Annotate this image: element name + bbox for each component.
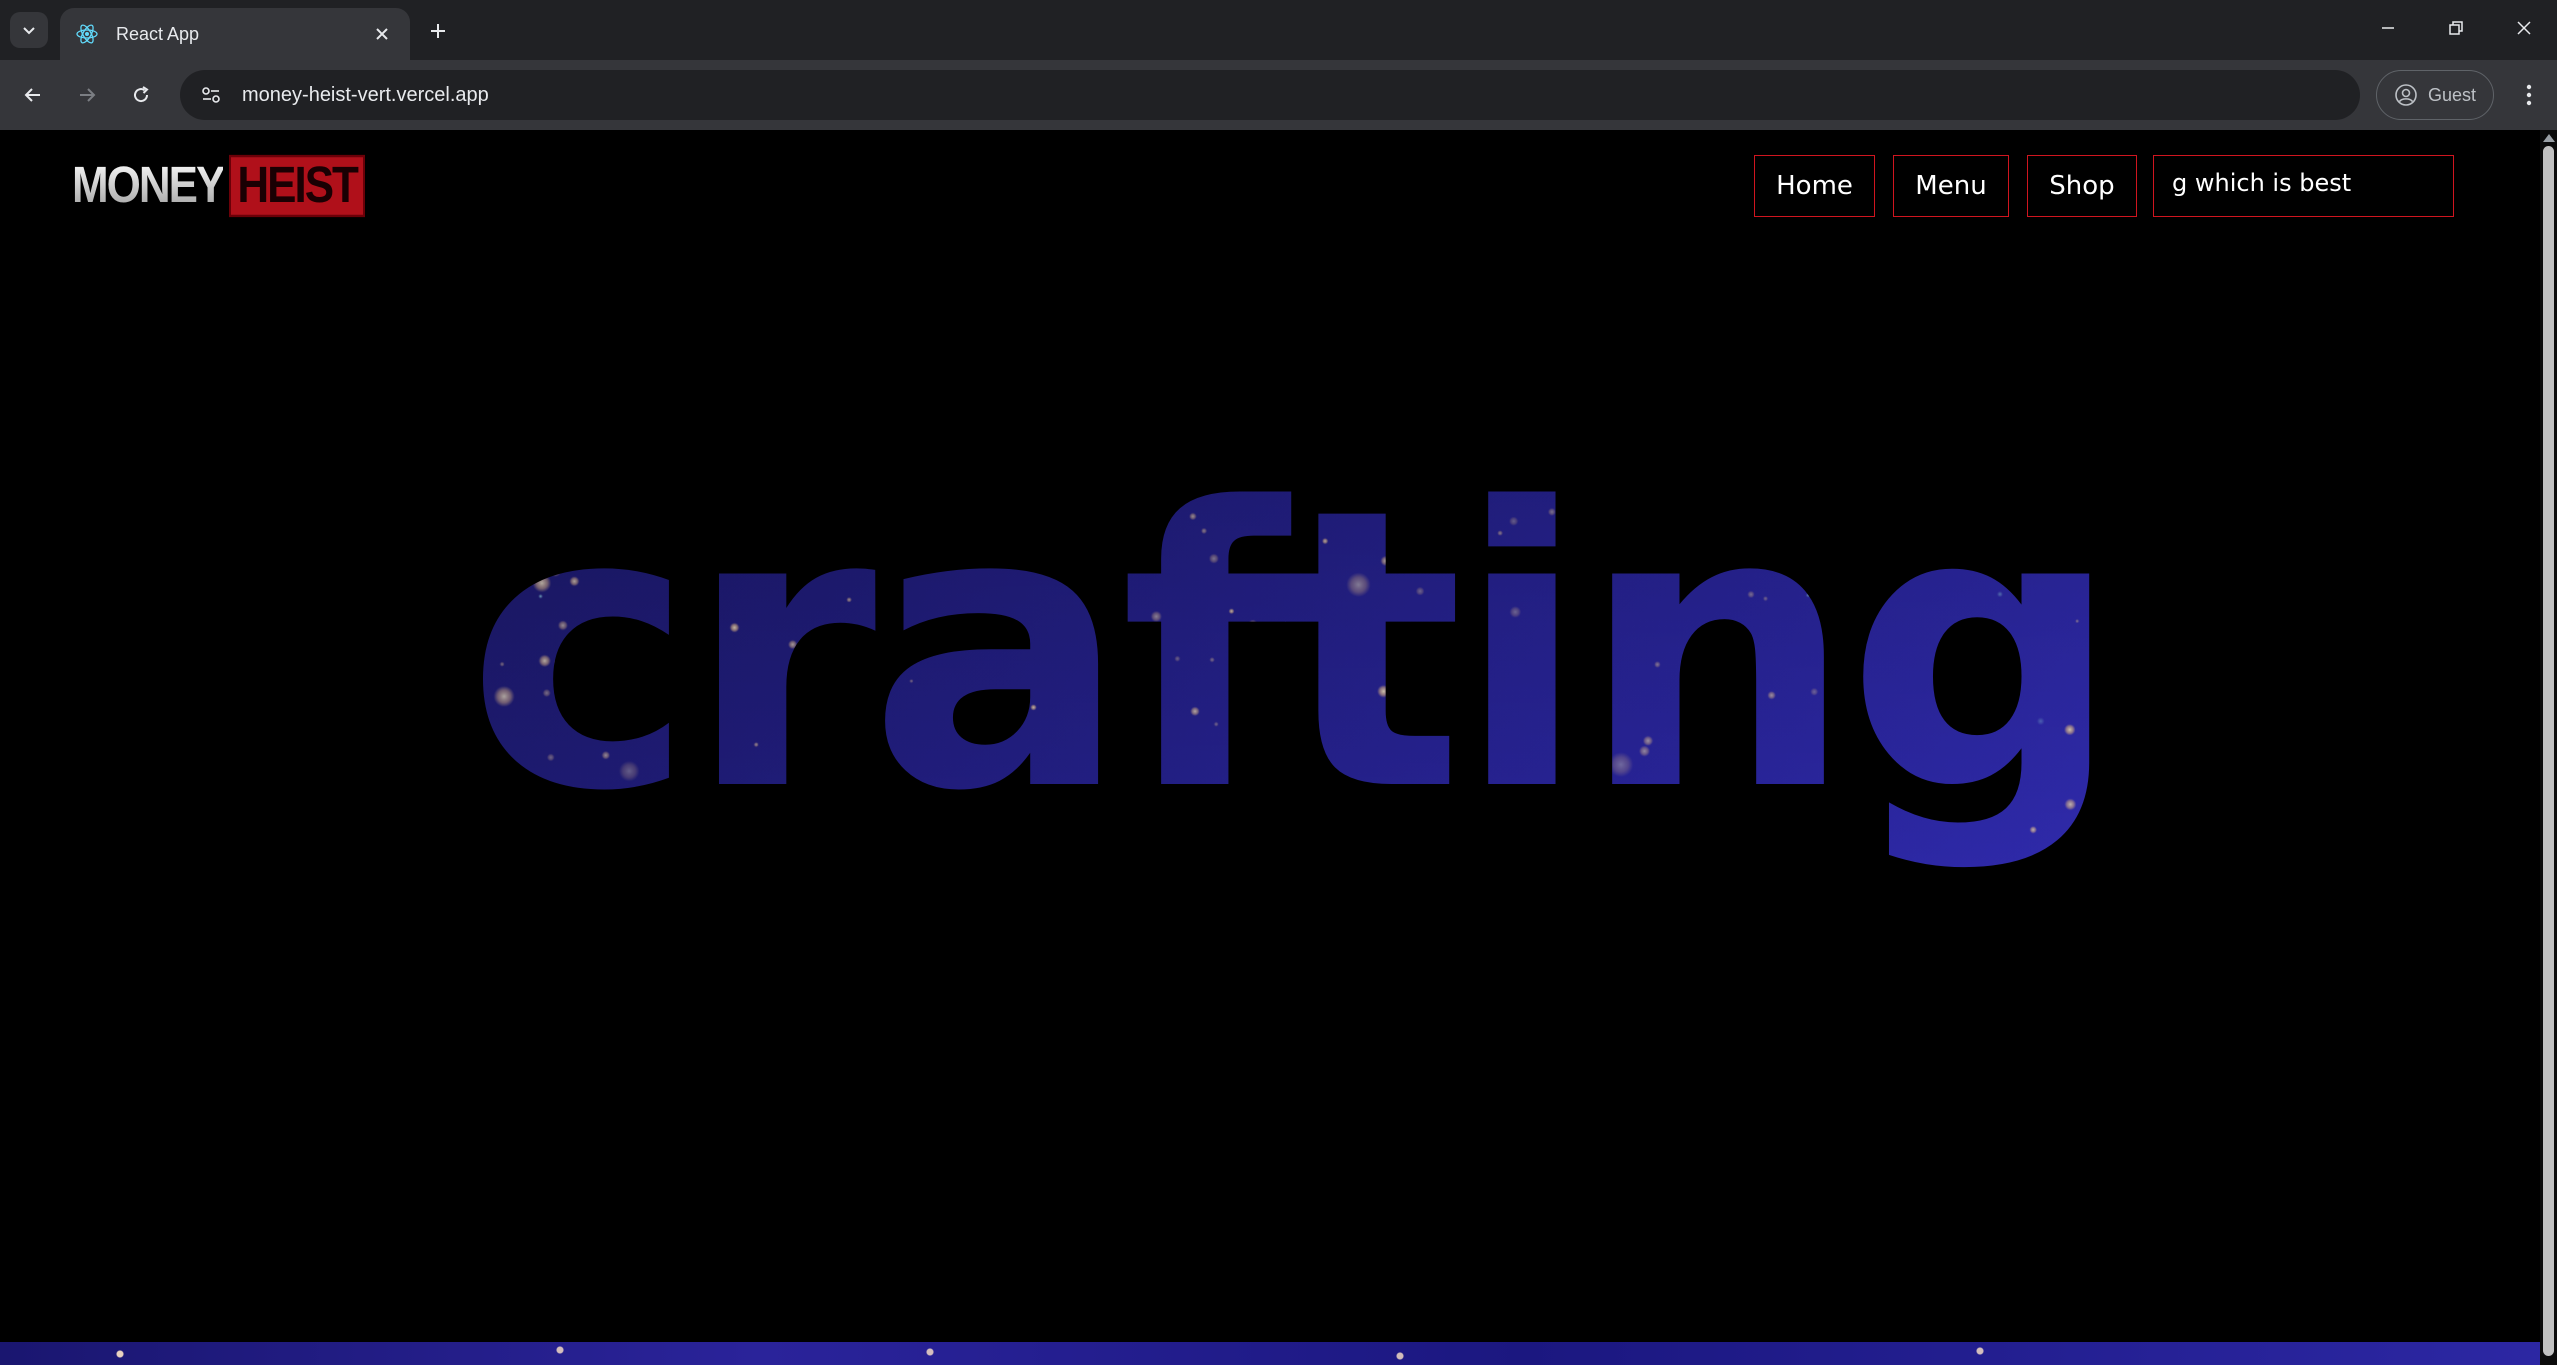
site-settings-icon[interactable] [196, 80, 226, 110]
next-section-preview [0, 1342, 2540, 1365]
reload-button[interactable] [120, 74, 162, 116]
url-text[interactable]: money-heist-vert.vercel.app [242, 84, 489, 107]
nav-home-button[interactable]: Home [1754, 155, 1875, 217]
logo-money-text: MONEY [72, 157, 225, 214]
scroll-thumb[interactable] [2543, 146, 2554, 1356]
nav-shop-button[interactable]: Shop [2027, 155, 2137, 217]
react-icon [74, 21, 100, 47]
hero-text: crafting [466, 427, 2121, 875]
profile-button[interactable]: Guest [2376, 70, 2494, 120]
forward-button[interactable] [66, 74, 108, 116]
minimize-button[interactable] [2362, 8, 2414, 48]
more-vert-icon [2526, 84, 2532, 106]
nav-menu-button[interactable]: Menu [1893, 155, 2009, 217]
arrow-right-icon [80, 88, 96, 102]
tab-react-app[interactable]: React App [60, 8, 410, 60]
tab-strip: React App [0, 0, 2557, 60]
money-heist-logo[interactable]: MONEY HEIST [72, 154, 365, 218]
tab-search-button[interactable] [10, 12, 48, 48]
close-window-button[interactable] [2498, 8, 2550, 48]
reload-icon [134, 86, 149, 103]
plus-icon [431, 24, 445, 38]
chevron-down-icon [23, 27, 35, 35]
address-bar[interactable]: money-heist-vert.vercel.app [180, 70, 2360, 120]
profile-label: Guest [2427, 84, 2477, 105]
new-tab-button[interactable] [420, 14, 456, 48]
profile-icon [2395, 84, 2417, 106]
hero-word: crafting [466, 427, 2113, 875]
restore-icon [2449, 21, 2463, 35]
minimize-icon [2382, 27, 2394, 29]
arrow-left-icon [24, 88, 40, 102]
logo-heist-text: HEIST [229, 154, 365, 218]
search-input[interactable] [2153, 155, 2454, 217]
tab-title: React App [116, 23, 200, 44]
browser-menu-button[interactable] [2512, 74, 2546, 116]
close-icon [2517, 21, 2531, 35]
back-button[interactable] [12, 74, 54, 116]
scroll-up-arrow[interactable] [2543, 134, 2555, 142]
close-tab-icon[interactable] [368, 20, 396, 48]
restore-button[interactable] [2430, 8, 2482, 48]
page-viewport: crafting MONEY HEIST Home Menu Shop [0, 130, 2540, 1365]
browser-toolbar: money-heist-vert.vercel.app Guest [0, 60, 2557, 130]
